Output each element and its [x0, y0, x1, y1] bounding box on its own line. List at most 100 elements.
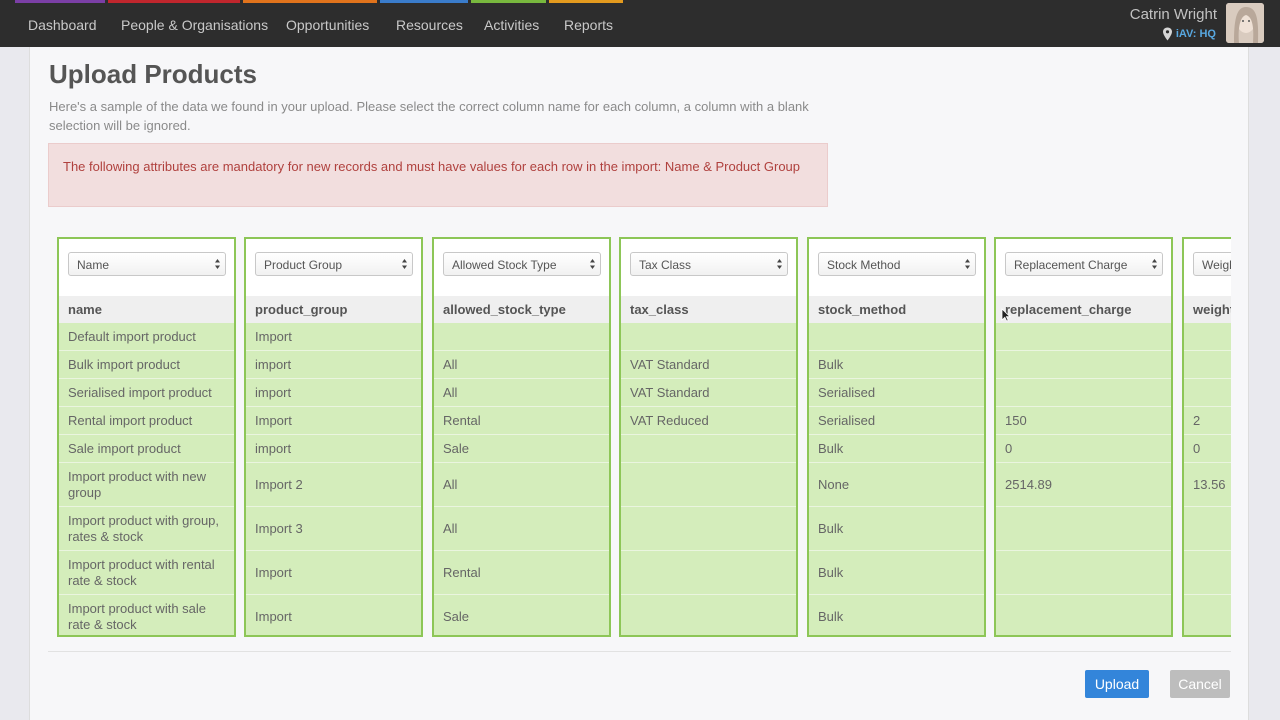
table-cell: [1184, 379, 1231, 407]
select-arrows-icon: [215, 259, 220, 269]
select-arrows-icon: [590, 259, 595, 269]
table-cell: 2514.89: [996, 463, 1171, 507]
table-cell: All: [434, 379, 609, 407]
table-cell: Bulk import product: [59, 351, 234, 379]
cancel-button[interactable]: Cancel: [1170, 670, 1230, 698]
column-header: Tax Class: [621, 239, 796, 296]
table-cell: Rental: [434, 407, 609, 435]
table-cell: Default import product: [59, 323, 234, 351]
table-cell: Bulk: [809, 435, 984, 463]
import-column: Replacement Charge replacement_charge 150 0…: [994, 237, 1173, 637]
nav-color-strip: [243, 0, 377, 3]
table-cell: Sale import product: [59, 435, 234, 463]
table-cell: Import: [246, 551, 421, 595]
column-name-select[interactable]: Replacement Charge: [1005, 252, 1163, 276]
nav-color-strip: [549, 0, 623, 3]
table-cell: [1184, 595, 1231, 637]
nav-resources[interactable]: Resources: [396, 17, 463, 33]
column-header: Name: [59, 239, 234, 296]
select-value: Allowed Stock Type: [452, 258, 557, 272]
column-name-select[interactable]: Allowed Stock Type: [443, 252, 601, 276]
table-cell: Import: [246, 407, 421, 435]
table-cell: Bulk: [809, 507, 984, 551]
table-cell: [621, 435, 796, 463]
table-cell: Serialised: [809, 407, 984, 435]
upload-button[interactable]: Upload: [1085, 670, 1149, 698]
column-header: Weight: [1184, 239, 1231, 296]
import-column: Stock Method stock_method Bulk Serialised Se…: [807, 237, 986, 637]
table-cell: VAT Standard: [621, 379, 796, 407]
nav-color-strip: [15, 0, 105, 3]
column-mapping-area: Name name Default import product Bulk impor…: [57, 237, 1231, 637]
table-cell: Rental: [434, 551, 609, 595]
table-cell: VAT Reduced: [621, 407, 796, 435]
source-field-name: replacement_charge: [996, 296, 1171, 323]
page-title: Upload Products: [49, 59, 258, 89]
table-cell: [996, 323, 1171, 351]
column-name-select[interactable]: Tax Class: [630, 252, 788, 276]
table-cell: Sale: [434, 435, 609, 463]
table-cell: All: [434, 463, 609, 507]
upload-products-panel: Upload Products Here's a sample of the d…: [29, 47, 1249, 720]
table-cell: [1184, 507, 1231, 551]
table-cell: import: [246, 435, 421, 463]
table-cell: Rental import product: [59, 407, 234, 435]
table-cell: [996, 551, 1171, 595]
table-cell: Import product with new group: [59, 463, 234, 507]
column-name-select[interactable]: Weight: [1193, 252, 1231, 276]
user-location[interactable]: iAV: HQ: [1176, 28, 1216, 40]
import-column: Product Group product_group Import import im…: [244, 237, 423, 637]
nav-reports[interactable]: Reports: [564, 17, 613, 33]
user-name[interactable]: Catrin Wright: [1130, 6, 1217, 23]
table-cell: [809, 323, 984, 351]
source-field-name: stock_method: [809, 296, 984, 323]
table-cell: All: [434, 507, 609, 551]
select-arrows-icon: [1152, 259, 1157, 269]
table-cell: [996, 379, 1171, 407]
location-pin-icon: [1163, 27, 1172, 41]
column-name-select[interactable]: Stock Method: [818, 252, 976, 276]
mouse-cursor-icon: [1001, 308, 1011, 322]
select-value: Weight: [1202, 258, 1231, 272]
import-column: Weight weight 2013.56: [1182, 237, 1231, 637]
table-cell: [1184, 551, 1231, 595]
table-cell: Import 2: [246, 463, 421, 507]
table-cell: Import product with sale rate & stock: [59, 595, 234, 637]
table-cell: Bulk: [809, 351, 984, 379]
nav-color-strip: [380, 0, 468, 3]
table-cell: Serialised: [809, 379, 984, 407]
table-cell: Bulk: [809, 595, 984, 637]
column-name-select[interactable]: Product Group: [255, 252, 413, 276]
select-arrows-icon: [777, 259, 782, 269]
column-header: Allowed Stock Type: [434, 239, 609, 296]
avatar[interactable]: [1226, 3, 1264, 43]
table-cell: Import product with group, rates & stock: [59, 507, 234, 551]
table-cell: Sale: [434, 595, 609, 637]
column-name-select[interactable]: Name: [68, 252, 226, 276]
table-cell: 0: [1184, 435, 1231, 463]
nav-people-organisations[interactable]: People & Organisations: [121, 17, 268, 33]
nav-activities[interactable]: Activities: [484, 17, 539, 33]
source-field-name: weight: [1184, 296, 1231, 323]
table-cell: [996, 595, 1171, 637]
import-column: Name name Default import product Bulk impor…: [57, 237, 236, 637]
nav-opportunities[interactable]: Opportunities: [286, 17, 369, 33]
source-field-name: product_group: [246, 296, 421, 323]
table-cell: [996, 351, 1171, 379]
table-cell: Import 3: [246, 507, 421, 551]
table-cell: [1184, 351, 1231, 379]
top-navigation: Dashboard People & Organisations Opportu…: [0, 0, 1280, 47]
column-header: Product Group: [246, 239, 421, 296]
select-arrows-icon: [965, 259, 970, 269]
source-field-name: name: [59, 296, 234, 323]
nav-color-strip: [108, 0, 240, 3]
table-cell: [996, 507, 1171, 551]
select-arrows-icon: [402, 259, 407, 269]
table-cell: 13.56: [1184, 463, 1231, 507]
select-value: Name: [77, 258, 110, 272]
source-field-name: allowed_stock_type: [434, 296, 609, 323]
nav-dashboard[interactable]: Dashboard: [28, 17, 97, 33]
select-value: Replacement Charge: [1014, 258, 1128, 272]
table-cell: [434, 323, 609, 351]
avatar-image: [1226, 3, 1264, 43]
